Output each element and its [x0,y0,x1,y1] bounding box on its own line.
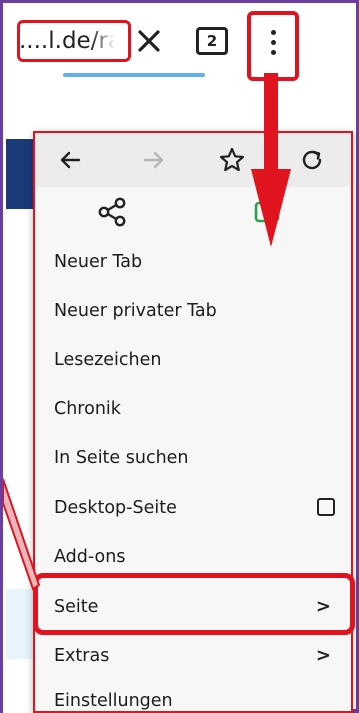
menu-item-label: Extras [54,646,110,666]
menu-dot-icon [271,40,276,45]
menu-item-settings[interactable]: Einstellungen [35,681,351,713]
pointer-annotation [3,478,41,591]
menu-action-row [35,187,351,235]
menu-item-label: Add-ons [54,547,126,567]
menu-button[interactable] [247,11,299,81]
chevron-right-icon: > [315,645,331,666]
menu-item-find-in-page[interactable]: In Seite suchen [35,433,351,483]
url-highlight-box [17,20,131,62]
menu-item-label: Chronik [54,399,121,419]
page-load-progress [63,73,205,77]
page-footer-fragment [6,589,36,659]
page-item-highlight-box [33,573,355,635]
menu-item-label: Neuer Tab [54,252,143,272]
red-arrow-annotation [251,73,291,247]
close-icon[interactable] [131,23,167,59]
forward-icon[interactable] [139,145,169,175]
star-icon[interactable] [217,145,247,175]
menu-item-extras[interactable]: Extras > [35,631,351,681]
menu-dot-icon [271,30,276,35]
menu-item-label: Neuer privater Tab [54,301,217,321]
desktop-site-checkbox[interactable] [317,498,335,516]
menu-item-new-tab[interactable]: Neuer Tab [35,237,351,287]
screenshot-frame: ....l.de/ra 2 Neuer Tab Neuer privater T… [0,0,359,713]
menu-item-new-private-tab[interactable]: Neuer privater Tab [35,286,351,336]
menu-item-bookmarks[interactable]: Lesezeichen [35,335,351,385]
back-icon[interactable] [55,145,85,175]
menu-item-label: Einstellungen [54,691,173,711]
menu-item-label: Lesezeichen [54,350,162,370]
menu-dot-icon [271,50,276,55]
reload-icon[interactable] [297,145,327,175]
tab-count-button[interactable]: 2 [196,27,228,55]
browser-toolbar: ....l.de/ra 2 [3,3,356,83]
share-icon[interactable] [95,195,129,229]
menu-item-label: Desktop-Seite [54,498,177,518]
page-header-fragment [6,139,36,209]
menu-item-label: In Seite suchen [54,448,189,468]
menu-item-desktop-site[interactable]: Desktop-Seite [35,483,351,533]
menu-item-history[interactable]: Chronik [35,384,351,434]
menu-toolbar [35,133,351,187]
